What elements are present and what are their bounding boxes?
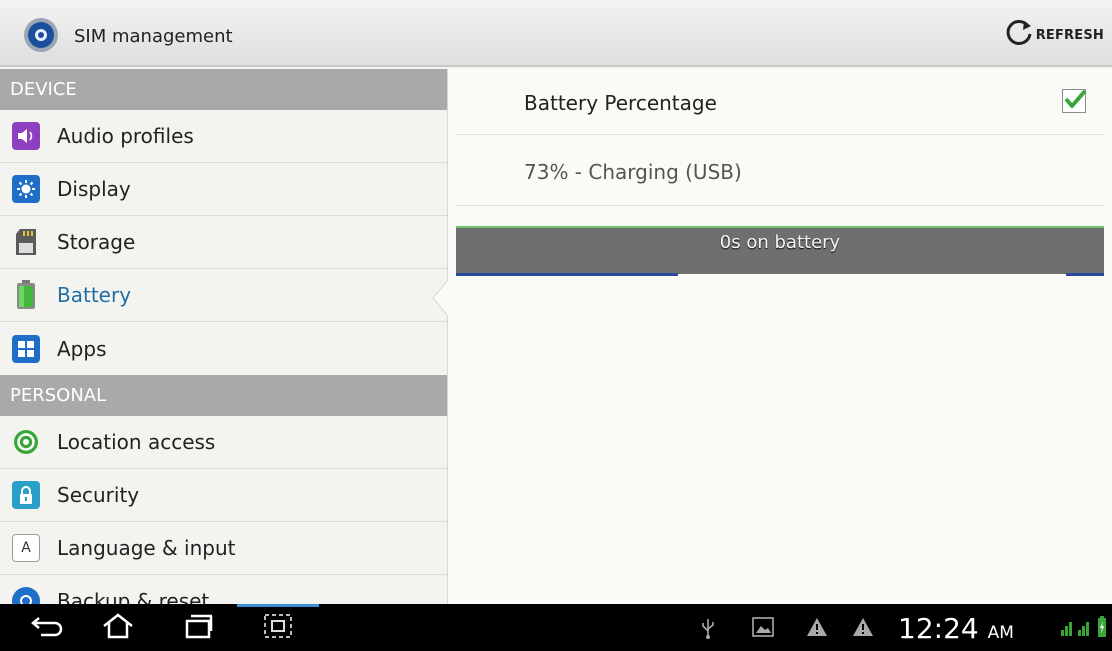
warning-icon	[806, 617, 828, 641]
sidebar-item-label: Backup & reset	[57, 589, 210, 604]
page-title: SIM management	[74, 26, 233, 47]
settings-gear-icon[interactable]	[22, 16, 60, 54]
signal-icon	[1060, 616, 1094, 642]
keyboard-a-icon: A	[12, 534, 40, 562]
sidebar-item-label: Storage	[57, 230, 136, 254]
screenshot-icon	[263, 613, 293, 643]
screenshot-button[interactable]	[258, 612, 298, 644]
sidebar-item-security[interactable]: Security	[0, 469, 447, 522]
checkmark-icon	[1064, 89, 1087, 108]
section-header-personal: PERSONAL	[0, 375, 447, 416]
battery-icon	[12, 280, 40, 309]
sidebar-item-battery[interactable]: Battery	[0, 269, 447, 322]
battery-status-text: 73% - Charging (USB)	[524, 160, 742, 184]
refresh-icon	[1004, 18, 1034, 52]
gallery-icon	[752, 617, 774, 641]
home-button[interactable]	[98, 612, 138, 644]
battery-percentage-label: Battery Percentage	[524, 91, 717, 115]
sidebar-item-display[interactable]: Display	[0, 163, 447, 216]
settings-sidebar: DEVICE Audio profiles Display Storage Ba…	[0, 69, 447, 604]
battery-detail-panel: Battery Percentage 73% - Charging (USB) …	[448, 69, 1112, 604]
sidebar-item-backup-reset[interactable]: Backup & reset	[0, 575, 447, 604]
sidebar-item-label: Apps	[57, 336, 107, 361]
clock-time: 12:24	[898, 612, 979, 645]
sidebar-item-audio-profiles[interactable]: Audio profiles	[0, 110, 447, 163]
sidebar-item-label: Audio profiles	[57, 124, 194, 148]
action-bar: SIM management REFRESH	[0, 0, 1112, 67]
battery-charging-icon	[1097, 616, 1107, 642]
warning-icon	[852, 617, 874, 641]
sidebar-item-storage[interactable]: Storage	[0, 216, 447, 269]
usb-icon	[700, 617, 716, 643]
refresh-button[interactable]: REFRESH	[1004, 18, 1104, 52]
sidebar-item-label: Display	[57, 177, 131, 201]
back-icon	[31, 614, 65, 642]
sidebar-item-label: Location access	[57, 430, 216, 454]
home-icon	[101, 613, 135, 643]
battery-percentage-pref[interactable]: Battery Percentage	[456, 69, 1104, 135]
lock-icon	[12, 481, 40, 509]
graph-line-segment	[1066, 273, 1104, 276]
sidebar-item-location-access[interactable]: Location access	[0, 416, 447, 469]
battery-history-graph[interactable]: 0s on battery	[456, 226, 1104, 276]
clock-ampm: AM	[987, 623, 1014, 643]
refresh-label: REFRESH	[1035, 27, 1104, 43]
sidebar-item-label: Language & input	[57, 536, 236, 560]
location-target-icon	[12, 428, 40, 456]
sidebar-item-label: Battery	[57, 283, 132, 307]
graph-label: 0s on battery	[719, 232, 841, 253]
recent-apps-button[interactable]	[178, 612, 218, 644]
apps-grid-icon	[12, 334, 40, 363]
sidebar-item-language-input[interactable]: A Language & input	[0, 522, 447, 575]
status-clock[interactable]: 12:24 AM	[898, 612, 1014, 645]
nav-highlight	[237, 604, 319, 607]
screen: SIM management REFRESH DEVICE Audio prof…	[0, 0, 1112, 651]
sd-card-icon	[12, 228, 40, 256]
battery-status-row: 73% - Charging (USB)	[456, 136, 1104, 206]
system-bar: 12:24 AM	[0, 604, 1112, 651]
recent-apps-icon	[183, 613, 213, 643]
sidebar-item-apps[interactable]: Apps	[0, 322, 447, 375]
back-button[interactable]	[28, 612, 68, 644]
battery-percentage-checkbox[interactable]	[1062, 89, 1087, 113]
section-header-device: DEVICE	[0, 69, 447, 110]
backup-icon	[12, 587, 40, 604]
graph-line-segment	[456, 273, 678, 276]
sidebar-item-label: Security	[57, 483, 140, 507]
display-brightness-icon	[12, 175, 40, 203]
audio-profiles-icon	[12, 122, 40, 150]
